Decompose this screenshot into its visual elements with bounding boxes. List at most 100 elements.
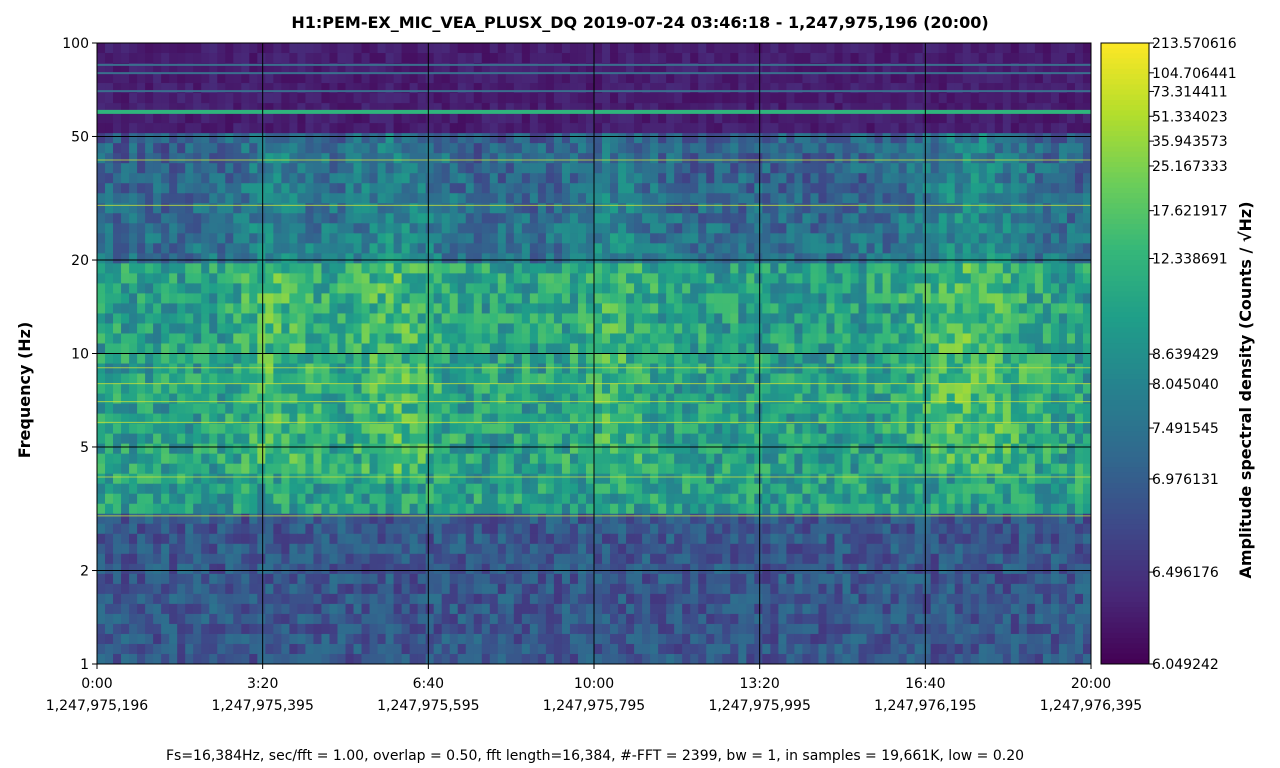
heatmap-cell	[842, 183, 852, 194]
heatmap-cell	[722, 253, 731, 264]
heatmap-cell	[1042, 333, 1052, 345]
heatmap-cell	[1082, 343, 1091, 355]
heatmap-cell	[361, 343, 371, 355]
heatmap-cell	[618, 353, 627, 365]
heatmap-cell	[594, 393, 603, 405]
heatmap-cell	[730, 223, 739, 234]
heatmap-cell	[906, 423, 916, 435]
heatmap-cell	[818, 373, 828, 385]
heatmap-cell	[345, 343, 355, 355]
heatmap-cell	[553, 393, 563, 405]
heatmap-cell	[794, 253, 804, 264]
heatmap-cell	[185, 343, 194, 355]
heatmap-cell	[930, 133, 940, 144]
heatmap-cell	[129, 113, 138, 124]
heatmap-cell	[553, 433, 563, 445]
heatmap-cell	[794, 313, 804, 325]
heatmap-cell	[1034, 193, 1044, 204]
heatmap-cell	[690, 383, 699, 395]
heatmap-cell	[882, 303, 892, 315]
heatmap-cell	[225, 233, 234, 244]
heatmap-cell	[329, 423, 339, 435]
heatmap-cell	[770, 263, 779, 274]
heatmap-cell	[441, 273, 451, 284]
heatmap-cell	[698, 53, 707, 64]
heatmap-cell	[978, 173, 988, 184]
heatmap-cell	[602, 243, 611, 254]
heatmap-cell	[305, 273, 315, 284]
heatmap-cell	[746, 113, 755, 124]
heatmap-cell	[433, 353, 443, 365]
heatmap-cell	[313, 163, 323, 174]
heatmap-cell	[906, 263, 916, 274]
heatmap-cell	[537, 123, 547, 134]
heatmap-cell	[201, 253, 210, 264]
heatmap-cell	[922, 433, 932, 445]
heatmap-cell	[818, 293, 828, 305]
heatmap-cell	[954, 43, 964, 54]
heatmap-cell	[682, 133, 691, 144]
heatmap-cell	[602, 323, 611, 335]
heatmap-cell	[353, 393, 363, 405]
heatmap-cell	[770, 183, 779, 194]
heatmap-cell	[225, 153, 234, 164]
heatmap-cell	[1066, 293, 1076, 305]
heatmap-cell	[642, 173, 651, 184]
heatmap-cell	[321, 393, 331, 405]
heatmap-cell	[1034, 433, 1044, 445]
heatmap-cell	[169, 443, 178, 455]
heatmap-cell	[994, 233, 1004, 244]
heatmap-cell	[746, 293, 755, 305]
heatmap-cell	[281, 113, 290, 124]
heatmap-cell	[393, 113, 403, 124]
heatmap-cell	[618, 203, 627, 214]
heatmap-cell	[866, 213, 876, 224]
heatmap-cell	[513, 233, 523, 244]
heatmap-cell	[850, 343, 860, 355]
heatmap-cell	[890, 213, 900, 224]
heatmap-cell	[778, 393, 787, 405]
heatmap-cell	[361, 323, 371, 335]
heatmap-cell	[858, 263, 868, 274]
heatmap-cell	[994, 93, 1004, 104]
heatmap-cell	[802, 393, 812, 405]
heatmap-cell	[794, 263, 804, 274]
heatmap-cell	[441, 193, 451, 204]
heatmap-cell	[121, 73, 130, 84]
heatmap-cell	[666, 113, 675, 124]
heatmap-cell	[1010, 373, 1020, 385]
heatmap-cell	[481, 333, 491, 345]
heatmap-cell	[914, 423, 924, 435]
heatmap-cell	[850, 333, 860, 345]
heatmap-cell	[1026, 163, 1036, 174]
heatmap-cell	[305, 73, 315, 84]
heatmap-cell	[297, 333, 307, 345]
heatmap-cell	[265, 373, 274, 385]
heatmap-cell	[169, 333, 178, 345]
heatmap-cell	[1050, 403, 1060, 415]
heatmap-cell	[890, 283, 900, 295]
heatmap-cell	[690, 43, 699, 54]
heatmap-cell	[1018, 43, 1028, 54]
heatmap-cell	[513, 353, 523, 365]
heatmap-cell	[209, 273, 218, 284]
heatmap-cell	[802, 433, 812, 445]
heatmap-cell	[313, 143, 323, 154]
heatmap-cell	[121, 113, 130, 124]
heatmap-cell	[425, 263, 435, 274]
heatmap-cell	[706, 323, 715, 335]
heatmap-cell	[810, 203, 820, 214]
heatmap-cell	[906, 93, 916, 104]
heatmap-cell	[762, 273, 771, 284]
heatmap-cell	[986, 303, 996, 315]
heatmap-cell	[489, 233, 499, 244]
heatmap-cell	[858, 43, 868, 54]
heatmap-cell	[1018, 93, 1028, 104]
heatmap-cell	[417, 73, 427, 84]
heatmap-cell	[449, 393, 459, 405]
heatmap-cell	[337, 213, 347, 224]
heatmap-cell	[714, 403, 723, 415]
heatmap-cell	[762, 423, 771, 435]
heatmap-cell	[930, 53, 940, 64]
heatmap-cell	[818, 163, 828, 174]
